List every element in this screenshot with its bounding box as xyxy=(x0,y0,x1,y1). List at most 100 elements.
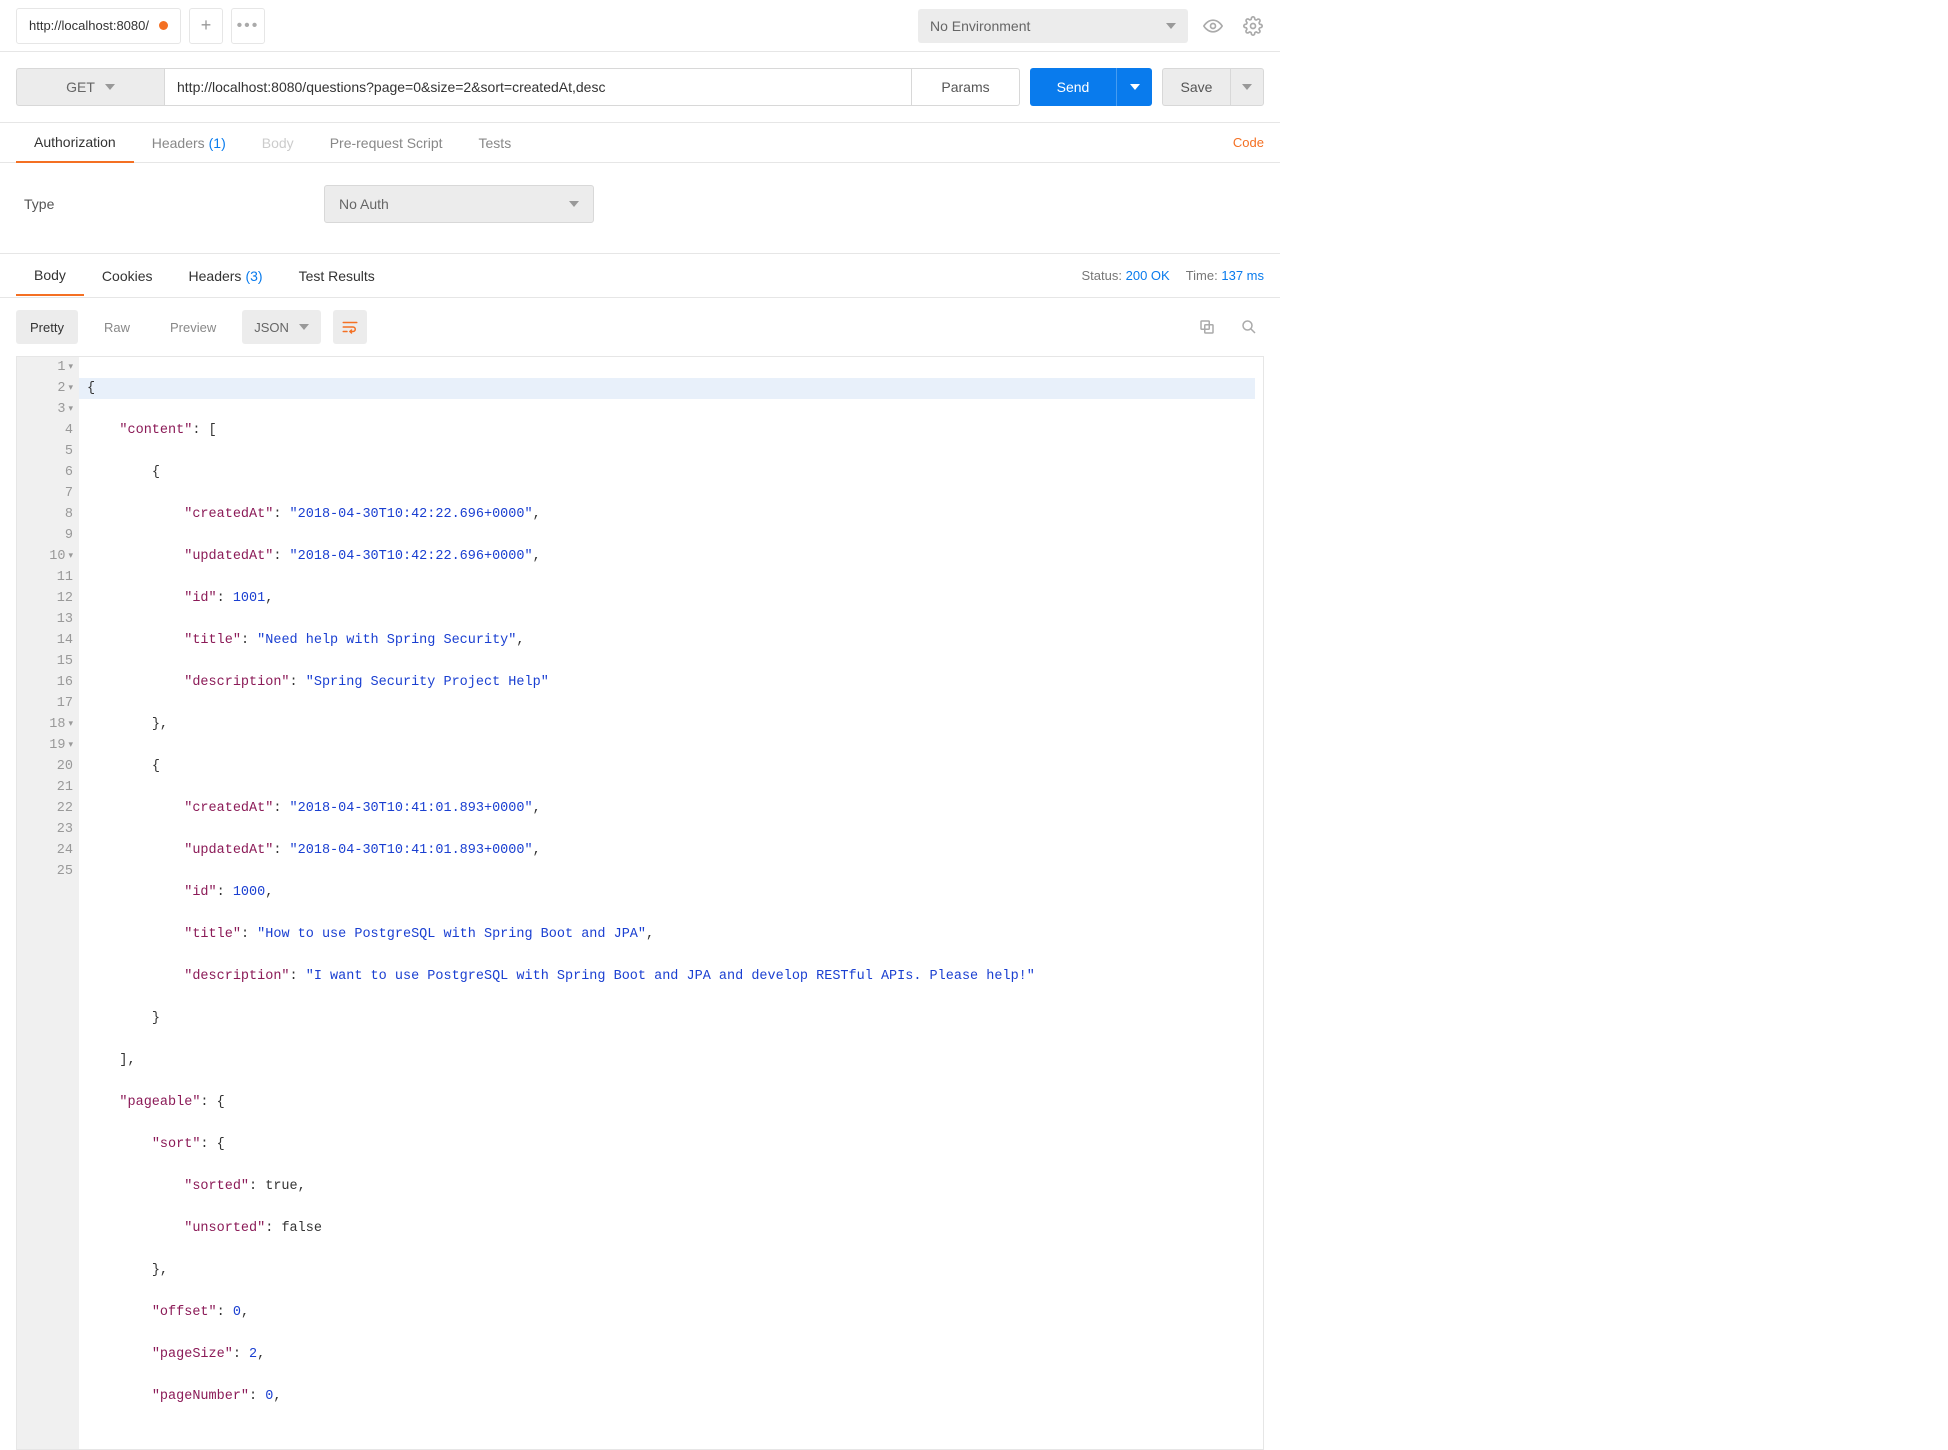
send-group: Send xyxy=(1030,68,1152,106)
line-number: 17 xyxy=(57,693,73,714)
view-label: Raw xyxy=(104,320,130,335)
tab-label: Test Results xyxy=(299,268,375,284)
line-number: 25 xyxy=(57,861,73,882)
code-link[interactable]: Code xyxy=(1233,135,1264,150)
view-preview-button[interactable]: Preview xyxy=(156,310,230,344)
tab-count: (3) xyxy=(245,268,262,284)
tab-title: http://localhost:8080/ xyxy=(29,18,149,33)
save-label: Save xyxy=(1181,79,1213,95)
code-line: "createdAt": "2018-04-30T10:42:22.696+00… xyxy=(87,504,1255,525)
send-button[interactable]: Send xyxy=(1030,68,1116,106)
save-button[interactable]: Save xyxy=(1162,68,1230,106)
environment-preview-button[interactable] xyxy=(1198,11,1228,41)
tab-body[interactable]: Body xyxy=(244,123,312,163)
params-button[interactable]: Params xyxy=(912,68,1020,106)
response-tab-test-results[interactable]: Test Results xyxy=(281,256,393,296)
topbar: http://localhost:8080/ + ••• No Environm… xyxy=(0,0,1280,52)
view-pretty-button[interactable]: Pretty xyxy=(16,310,78,344)
copy-response-button[interactable] xyxy=(1192,312,1222,342)
line-number: 22 xyxy=(57,798,73,819)
code-line: "createdAt": "2018-04-30T10:41:01.893+00… xyxy=(87,798,1255,819)
view-label: Pretty xyxy=(30,320,64,335)
response-tab-headers[interactable]: Headers (3) xyxy=(171,256,281,296)
code-line: "updatedAt": "2018-04-30T10:42:22.696+00… xyxy=(87,546,1255,567)
line-number: 15 xyxy=(57,651,73,672)
view-raw-button[interactable]: Raw xyxy=(90,310,144,344)
line-number: 4 xyxy=(65,420,73,441)
time-label: Time: xyxy=(1186,268,1218,283)
response-body: 1▾ 2▾ 3▾ 4 5 6 7 8 9 10▾ 11 12 13 14 15 … xyxy=(16,356,1264,1450)
response-toolbar: Pretty Raw Preview JSON xyxy=(0,298,1280,356)
line-number: 1 xyxy=(57,357,65,378)
environment-select[interactable]: No Environment xyxy=(918,9,1188,43)
gear-icon xyxy=(1243,16,1263,36)
code-line: "description": "Spring Security Project … xyxy=(87,672,1255,693)
copy-icon xyxy=(1198,318,1216,336)
code-line: "content": [ xyxy=(87,420,1255,441)
line-number: 24 xyxy=(57,840,73,861)
tab-authorization[interactable]: Authorization xyxy=(16,123,134,163)
fold-icon[interactable]: ▾ xyxy=(68,378,73,399)
send-dropdown-button[interactable] xyxy=(1116,68,1152,106)
status-area: Status: 200 OK Time: 137 ms xyxy=(1082,268,1264,283)
response-tab-body[interactable]: Body xyxy=(16,256,84,296)
tab-prerequest-script[interactable]: Pre-request Script xyxy=(312,123,461,163)
fold-icon[interactable]: ▾ xyxy=(68,546,73,567)
code-content[interactable]: { "content": [ { "createdAt": "2018-04-3… xyxy=(79,357,1263,1449)
line-number: 21 xyxy=(57,777,73,798)
response-tabs: Body Cookies Headers (3) Test Results St… xyxy=(0,254,1280,298)
auth-type-select[interactable]: No Auth xyxy=(324,185,594,223)
fold-icon[interactable]: ▾ xyxy=(68,399,73,420)
fold-icon[interactable]: ▾ xyxy=(68,357,73,378)
code-line: "unsorted": false xyxy=(87,1218,1255,1239)
line-number: 20 xyxy=(57,756,73,777)
code-line: "pageable": { xyxy=(87,1092,1255,1113)
tab-label: Body xyxy=(262,135,294,151)
line-number: 5 xyxy=(65,441,73,462)
response-tab-cookies[interactable]: Cookies xyxy=(84,256,171,296)
settings-button[interactable] xyxy=(1238,11,1268,41)
fold-icon[interactable]: ▾ xyxy=(68,714,73,735)
line-number: 23 xyxy=(57,819,73,840)
wrap-icon xyxy=(341,318,359,336)
code-line: }, xyxy=(87,1260,1255,1281)
url-input[interactable] xyxy=(164,68,912,106)
plus-icon: + xyxy=(201,15,212,36)
code-line: "title": "How to use PostgreSQL with Spr… xyxy=(87,924,1255,945)
ellipsis-icon: ••• xyxy=(237,17,260,35)
code-label: Code xyxy=(1233,135,1264,150)
fold-icon[interactable]: ▾ xyxy=(68,735,73,756)
save-group: Save xyxy=(1162,68,1264,106)
tab-slot: http://localhost:8080/ + ••• xyxy=(16,8,265,44)
method-select[interactable]: GET xyxy=(16,68,164,106)
auth-value: No Auth xyxy=(339,196,389,212)
save-dropdown-button[interactable] xyxy=(1230,68,1264,106)
response-format-select[interactable]: JSON xyxy=(242,310,321,344)
chevron-down-icon xyxy=(569,201,579,207)
status-value: 200 OK xyxy=(1126,268,1170,283)
search-icon xyxy=(1240,318,1258,336)
auth-type-label: Type xyxy=(24,196,284,212)
code-line: "pageNumber": 0, xyxy=(87,1386,1255,1407)
code-line: "sorted": true, xyxy=(87,1176,1255,1197)
chevron-down-icon xyxy=(105,84,115,90)
wrap-text-button[interactable] xyxy=(333,310,367,344)
line-number: 16 xyxy=(57,672,73,693)
code-line: { xyxy=(87,756,1255,777)
tab-headers[interactable]: Headers (1) xyxy=(134,123,244,163)
search-response-button[interactable] xyxy=(1234,312,1264,342)
request-tab[interactable]: http://localhost:8080/ xyxy=(16,8,181,44)
code-line: "offset": 0, xyxy=(87,1302,1255,1323)
tab-overflow-button[interactable]: ••• xyxy=(231,8,265,44)
new-tab-button[interactable]: + xyxy=(189,8,223,44)
line-number: 12 xyxy=(57,588,73,609)
tab-tests[interactable]: Tests xyxy=(461,123,530,163)
line-number: 6 xyxy=(65,462,73,483)
method-label: GET xyxy=(66,79,95,95)
code-line: } xyxy=(87,1008,1255,1029)
tab-label: Pre-request Script xyxy=(330,135,443,151)
code-line: "sort": { xyxy=(87,1134,1255,1155)
tab-label: Body xyxy=(34,267,66,283)
code-line: "title": "Need help with Spring Security… xyxy=(87,630,1255,651)
line-number: 7 xyxy=(65,483,73,504)
